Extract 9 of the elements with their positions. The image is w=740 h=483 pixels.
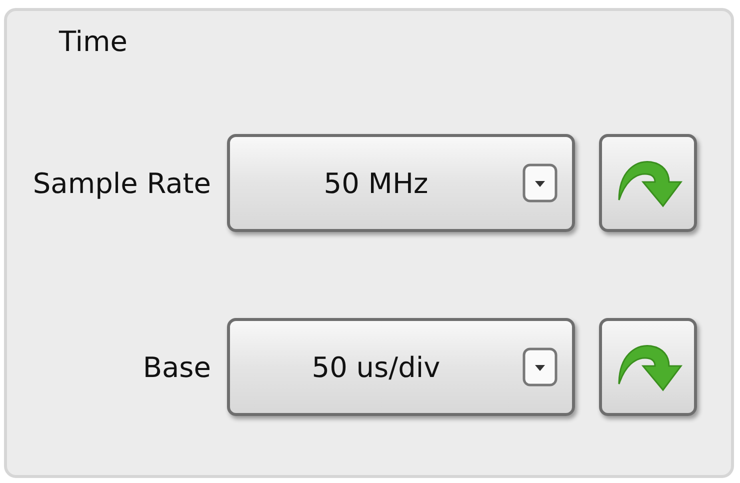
caret-icon xyxy=(522,163,558,203)
apply-button[interactable] xyxy=(599,134,697,232)
dropdown[interactable]: 50 us/div xyxy=(227,318,575,416)
field-label: Base xyxy=(142,350,212,384)
apply-button[interactable] xyxy=(599,318,697,416)
panel-title: Time xyxy=(59,25,128,58)
caret-icon xyxy=(522,347,558,387)
field-label: Sample Rate xyxy=(32,166,212,200)
dropdown[interactable]: 50 MHz xyxy=(227,134,575,232)
